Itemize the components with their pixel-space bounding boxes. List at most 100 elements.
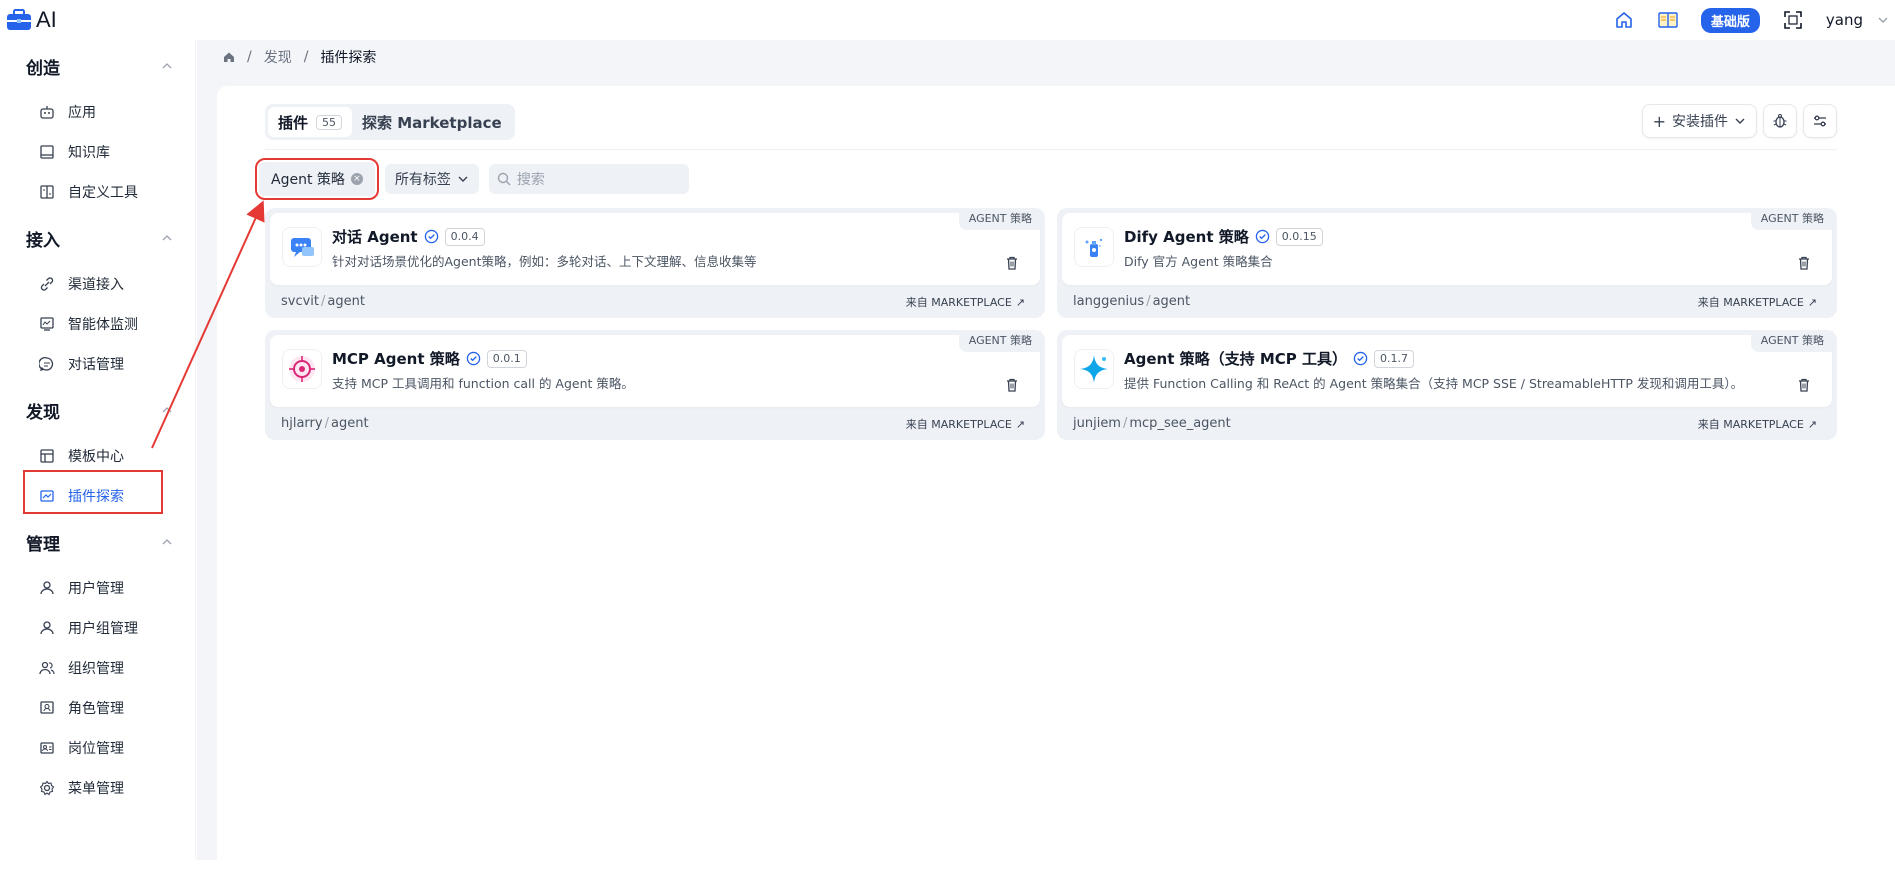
home-icon[interactable] (1613, 9, 1635, 31)
install-plugin-button[interactable]: + 安装插件 (1641, 104, 1757, 138)
sparkle-logo-icon (1074, 349, 1114, 389)
verified-icon (466, 351, 480, 366)
plugin-description: 提供 Function Calling 和 ReAct 的 Agent 策略集合… (1124, 376, 1744, 391)
author-name: svcvit (281, 294, 320, 309)
fullscreen-icon[interactable] (1782, 9, 1804, 31)
plugin-source-link[interactable]: 来自 MARKETPLACE ↗ (906, 416, 1025, 432)
docs-book-icon[interactable] (1657, 9, 1679, 31)
brand[interactable]: AI (6, 7, 57, 33)
version-badge: 0.0.15 (1275, 227, 1323, 246)
plugin-card[interactable]: Agent 策略（支持 MCP 工具） 0.1.7 提供 Function Ca… (1057, 330, 1837, 440)
sidebar-item-agent-monitor[interactable]: 智能体监测 (26, 304, 195, 344)
sidebar-item-user-groups[interactable]: 用户组管理 (26, 608, 195, 648)
search-placeholder: 搜索 (516, 172, 545, 188)
sidebar-item-label: 模板中心 (68, 449, 124, 465)
plugin-count-badge: 55 (316, 114, 343, 130)
trash-icon[interactable] (1004, 255, 1020, 271)
plus-icon: + (1652, 111, 1666, 131)
sidebar-item-channels[interactable]: 渠道接入 (26, 264, 195, 304)
home-small-icon[interactable] (223, 51, 235, 63)
plugin-author: svcvit / agent (281, 294, 365, 309)
breadcrumb-current: 插件探索 (320, 50, 377, 66)
plugin-source-link[interactable]: 来自 MARKETPLACE ↗ (1698, 416, 1817, 432)
plugin-source-link[interactable]: 来自 MARKETPLACE ↗ (906, 294, 1025, 310)
section-header[interactable]: 管理 (26, 516, 195, 568)
search-input[interactable]: 搜索 (488, 164, 689, 194)
plugin-description: 支持 MCP 工具调用和 function call 的 Agent 策略。 (332, 376, 634, 391)
version-badge: 0.0.1 (486, 349, 527, 368)
section-header[interactable]: 接入 (26, 212, 195, 264)
toolbox-logo-icon (7, 9, 31, 30)
user-menu[interactable]: yang (1826, 11, 1889, 29)
category-tag: AGENT 策略 (958, 208, 1040, 230)
bug-icon (1773, 114, 1787, 128)
tab-label: 插件 (278, 113, 309, 132)
plugin-name: 对话 Agent (332, 228, 418, 246)
external-arrow-icon: ↗ (1807, 295, 1817, 309)
org-icon (38, 659, 56, 677)
category-tag: AGENT 策略 (958, 330, 1040, 352)
verified-icon (424, 229, 438, 244)
sidebar-item-posts[interactable]: 岗位管理 (26, 728, 195, 768)
repo-name: mcp_see_agent (1129, 416, 1231, 431)
top-bar: AI 基础版 yang (0, 0, 1895, 40)
sidebar-item-conversations[interactable]: 对话管理 (26, 344, 195, 384)
sidebar-item-apps[interactable]: 应用 (26, 92, 195, 132)
section-header[interactable]: 创造 (26, 40, 195, 92)
breadcrumb-item[interactable]: 发现 (264, 47, 292, 67)
section-header[interactable]: 发现 (26, 384, 195, 436)
breadcrumb-separator: / (303, 49, 309, 65)
section-title: 发现 (26, 402, 60, 423)
install-label: 安装插件 (1672, 114, 1728, 130)
trash-icon[interactable] (1004, 377, 1020, 393)
debug-button[interactable] (1763, 104, 1797, 138)
template-icon (38, 447, 56, 465)
filter-tag-label: Agent 策略 (271, 172, 345, 188)
plugin-name-row: 对话 Agent 0.0.4 (332, 226, 485, 247)
sidebar-item-knowledge[interactable]: 知识库 (26, 132, 195, 172)
breadcrumb-separator: / (247, 49, 252, 65)
chevron-up-icon (162, 407, 172, 413)
sidebar-item-label: 自定义工具 (68, 185, 138, 201)
tags-select[interactable]: 所有标签 (384, 164, 479, 194)
plugin-card-body: Agent 策略（支持 MCP 工具） 0.1.7 提供 Function Ca… (1062, 335, 1832, 407)
tool-icon (38, 183, 56, 201)
settings-button[interactable] (1803, 104, 1837, 138)
link-icon (38, 275, 56, 293)
users-icon (38, 619, 56, 637)
trash-icon[interactable] (1796, 377, 1812, 393)
plugin-description: 针对对话场景优化的Agent策略，例如：多轮对话、上下文理解、信息收集等 (332, 254, 757, 269)
tab-marketplace[interactable]: 探索 Marketplace (352, 107, 512, 137)
tab-plugins[interactable]: 插件 55 (268, 107, 353, 137)
plugin-card[interactable]: 对话 Agent 0.0.4 针对对话场景优化的Agent策略，例如：多轮对话、… (265, 208, 1045, 318)
plugin-name: MCP Agent 策略 (332, 350, 460, 368)
verified-icon (1353, 351, 1368, 366)
sidebar-item-menus[interactable]: 菜单管理 (26, 768, 195, 808)
breadcrumb: / 发现 / 插件探索 (197, 40, 1895, 74)
sidebar-item-orgs[interactable]: 组织管理 (26, 648, 195, 688)
sidebar-section-access: 接入 渠道接入 智能体监测 对话管理 (0, 212, 195, 384)
plan-badge[interactable]: 基础版 (1700, 7, 1760, 33)
active-filter-tag[interactable]: Agent 策略 × (255, 158, 379, 200)
tab-label: 探索 Marketplace (362, 113, 502, 132)
category-tag: AGENT 策略 (1750, 330, 1832, 352)
chat-bubble-logo-icon (282, 227, 322, 267)
sidebar-item-label: 用户组管理 (68, 621, 138, 637)
version-badge: 0.1.7 (1373, 349, 1414, 368)
sidebar-item-roles[interactable]: 角色管理 (26, 688, 195, 728)
plugin-card[interactable]: MCP Agent 策略 0.0.1 支持 MCP 工具调用和 function… (265, 330, 1045, 440)
plugin-card-body: MCP Agent 策略 0.0.1 支持 MCP 工具调用和 function… (270, 335, 1040, 407)
external-arrow-icon: ↗ (1015, 295, 1025, 309)
target-logo-icon (282, 349, 322, 389)
section-title: 接入 (26, 230, 60, 251)
sidebar-item-users[interactable]: 用户管理 (26, 568, 195, 608)
sidebar-section-create: 创造 应用 知识库 自定义工具 (0, 40, 195, 212)
sidebar-item-custom-tools[interactable]: 自定义工具 (26, 172, 195, 212)
sidebar-item-label: 渠道接入 (68, 277, 124, 293)
trash-icon[interactable] (1796, 255, 1812, 271)
plugin-card[interactable]: Dify Agent 策略 0.0.15 Dify 官方 Agent 策略集合 … (1057, 208, 1837, 318)
clear-filter-icon[interactable]: × (350, 173, 363, 185)
source-label: 来自 MARKETPLACE (1697, 296, 1804, 309)
source-label: 来自 MARKETPLACE (905, 418, 1012, 431)
plugin-source-link[interactable]: 来自 MARKETPLACE ↗ (1698, 294, 1817, 310)
